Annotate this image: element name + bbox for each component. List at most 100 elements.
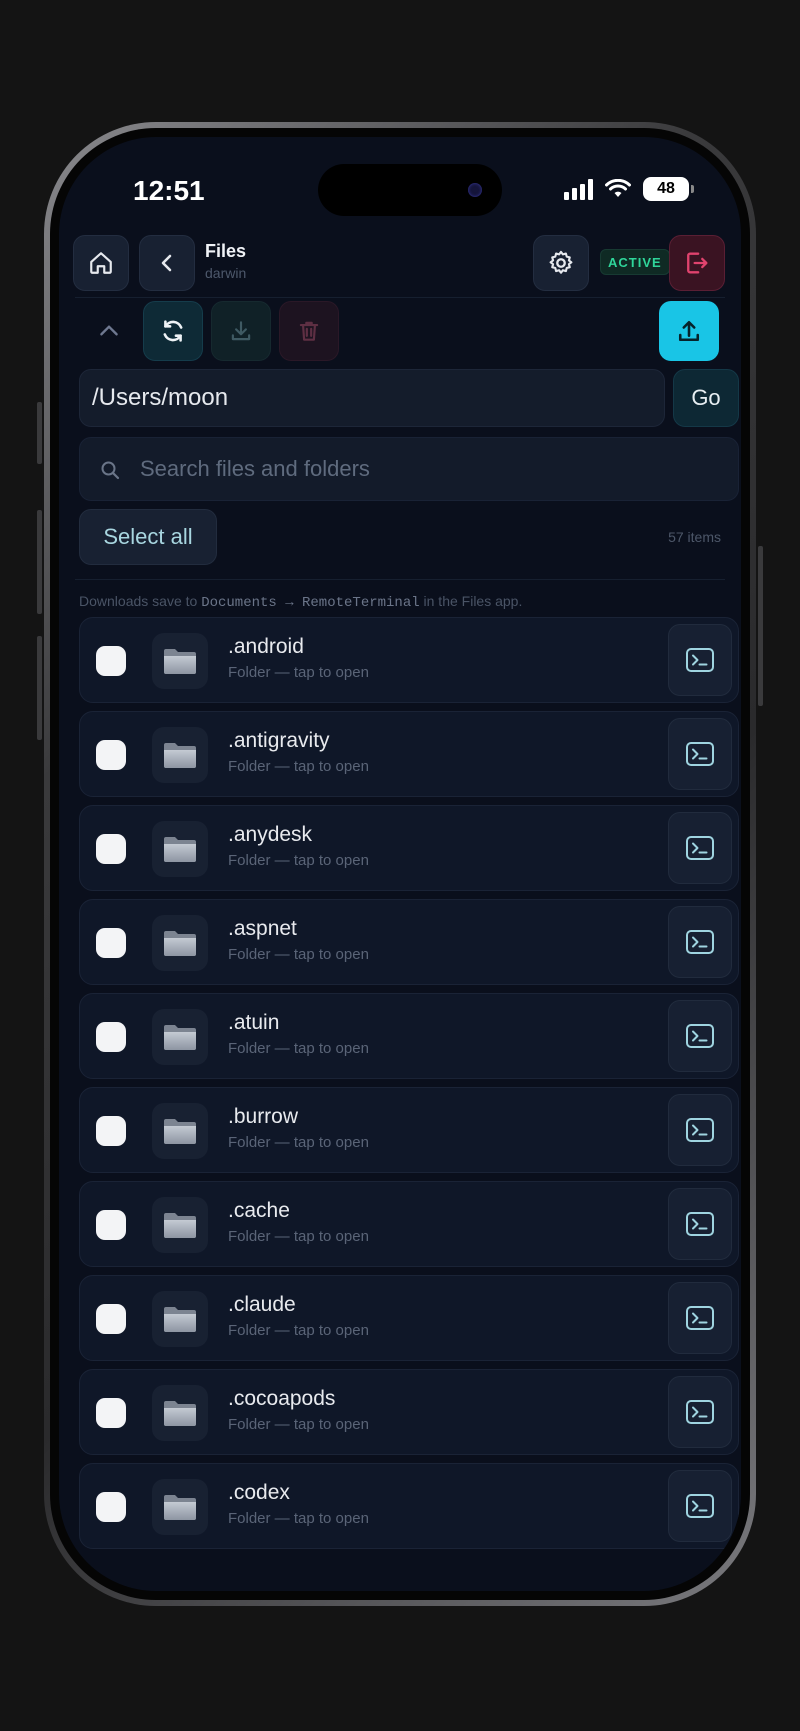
- page-title: Files: [205, 241, 247, 261]
- host-subtitle: darwin: [205, 265, 247, 281]
- wifi-icon: [605, 179, 631, 197]
- file-toolbar: [59, 301, 741, 363]
- power-button[interactable]: [758, 546, 763, 706]
- terminal-icon: [686, 1494, 714, 1518]
- folder-icon: [164, 1025, 196, 1050]
- open-terminal-button[interactable]: [668, 906, 732, 978]
- open-terminal-button[interactable]: [668, 1470, 732, 1542]
- row-checkbox[interactable]: [96, 740, 126, 770]
- row-checkbox[interactable]: [96, 1022, 126, 1052]
- gear-icon: [549, 250, 573, 274]
- open-terminal-button[interactable]: [668, 1188, 732, 1260]
- row-checkbox[interactable]: [96, 1398, 126, 1428]
- file-name: .atuin: [228, 1011, 280, 1034]
- row-checkbox[interactable]: [96, 1116, 126, 1146]
- file-row[interactable]: .burrow Folder — tap to open: [79, 1087, 739, 1173]
- status-time: 12:51: [133, 175, 205, 206]
- terminal-icon: [686, 1306, 714, 1330]
- trash-icon: [299, 321, 319, 341]
- file-row[interactable]: .codex Folder — tap to open: [79, 1463, 739, 1549]
- status-indicators: 48: [564, 177, 694, 201]
- row-checkbox[interactable]: [96, 646, 126, 676]
- open-terminal-button[interactable]: [668, 1376, 732, 1448]
- file-row[interactable]: .aspnet Folder — tap to open: [79, 899, 739, 985]
- header-bar: Files darwin ACTIVE: [59, 233, 741, 293]
- delete-button[interactable]: [279, 301, 339, 361]
- file-row[interactable]: .atuin Folder — tap to open: [79, 993, 739, 1079]
- file-row[interactable]: .cocoapods Folder — tap to open: [79, 1369, 739, 1455]
- battery-level: 48: [643, 177, 694, 201]
- file-name: .anydesk: [228, 823, 313, 846]
- file-subtitle: Folder — tap to open: [228, 946, 369, 963]
- upload-button[interactable]: [659, 301, 719, 361]
- dynamic-island: [318, 164, 502, 216]
- file-subtitle: Folder — tap to open: [228, 1510, 369, 1527]
- open-terminal-button[interactable]: [668, 718, 732, 790]
- row-checkbox[interactable]: [96, 1210, 126, 1240]
- open-terminal-button[interactable]: [668, 1094, 732, 1166]
- back-button[interactable]: [139, 235, 195, 291]
- file-name: .aspnet: [228, 917, 297, 940]
- file-subtitle: Folder — tap to open: [228, 1416, 369, 1433]
- open-terminal-button[interactable]: [668, 1000, 732, 1072]
- info-suffix: in the Files app.: [423, 593, 523, 609]
- header-divider: [75, 297, 725, 298]
- phone-bezel: 12:51 48 Files darwin ACTIVE /Users/moon…: [50, 128, 750, 1600]
- logout-button[interactable]: [669, 235, 725, 291]
- terminal-icon: [686, 1118, 714, 1142]
- file-name: .codex: [228, 1481, 290, 1504]
- folder-icon: [164, 1401, 196, 1426]
- file-row[interactable]: .anydesk Folder — tap to open: [79, 805, 739, 891]
- home-button[interactable]: [73, 235, 129, 291]
- file-name: .claude: [228, 1293, 296, 1316]
- chevron-left-icon: [161, 254, 172, 272]
- action-button[interactable]: [37, 402, 42, 464]
- open-terminal-button[interactable]: [668, 1282, 732, 1354]
- open-terminal-button[interactable]: [668, 812, 732, 884]
- volume-down-button[interactable]: [37, 636, 42, 740]
- folder-icon-wrap: [152, 1103, 208, 1159]
- app-screen: 12:51 48 Files darwin ACTIVE /Users/moon…: [59, 137, 741, 1591]
- file-row[interactable]: .android Folder — tap to open: [79, 617, 739, 703]
- file-row[interactable]: .claude Folder — tap to open: [79, 1275, 739, 1361]
- file-list: .android Folder — tap to open .antigravi…: [79, 617, 739, 1557]
- file-row[interactable]: .antigravity Folder — tap to open: [79, 711, 739, 797]
- file-subtitle: Folder — tap to open: [228, 1040, 369, 1057]
- row-checkbox[interactable]: [96, 1492, 126, 1522]
- folder-icon-wrap: [152, 1479, 208, 1535]
- folder-icon: [164, 931, 196, 956]
- select-all-button[interactable]: Select all: [79, 509, 217, 565]
- terminal-icon: [686, 1212, 714, 1236]
- items-count: 57 items: [668, 529, 721, 545]
- file-name: .cocoapods: [228, 1387, 336, 1410]
- logout-icon: [687, 252, 708, 274]
- terminal-icon: [686, 836, 714, 860]
- search-input[interactable]: [140, 438, 720, 500]
- terminal-icon: [686, 648, 714, 672]
- row-checkbox[interactable]: [96, 928, 126, 958]
- folder-icon-wrap: [152, 1291, 208, 1347]
- file-row[interactable]: .cache Folder — tap to open: [79, 1181, 739, 1267]
- row-checkbox[interactable]: [96, 834, 126, 864]
- download-info: Downloads save to Documents → RemoteTerm…: [79, 593, 522, 611]
- path-input[interactable]: [79, 369, 665, 427]
- download-button[interactable]: [211, 301, 271, 361]
- download-icon: [231, 321, 251, 341]
- settings-button[interactable]: [533, 235, 589, 291]
- collapse-button[interactable]: [79, 301, 139, 361]
- folder-icon-wrap: [152, 915, 208, 971]
- folder-icon: [164, 1495, 196, 1520]
- file-subtitle: Folder — tap to open: [228, 1228, 369, 1245]
- terminal-icon: [686, 930, 714, 954]
- refresh-button[interactable]: [143, 301, 203, 361]
- terminal-icon: [686, 742, 714, 766]
- volume-up-button[interactable]: [37, 510, 42, 614]
- file-name: .antigravity: [228, 729, 330, 752]
- row-checkbox[interactable]: [96, 1304, 126, 1334]
- folder-icon: [164, 649, 196, 674]
- camera-lens: [468, 183, 482, 197]
- file-subtitle: Folder — tap to open: [228, 852, 369, 869]
- info-prefix: Downloads save to: [79, 593, 198, 609]
- go-button[interactable]: Go: [673, 369, 739, 427]
- open-terminal-button[interactable]: [668, 624, 732, 696]
